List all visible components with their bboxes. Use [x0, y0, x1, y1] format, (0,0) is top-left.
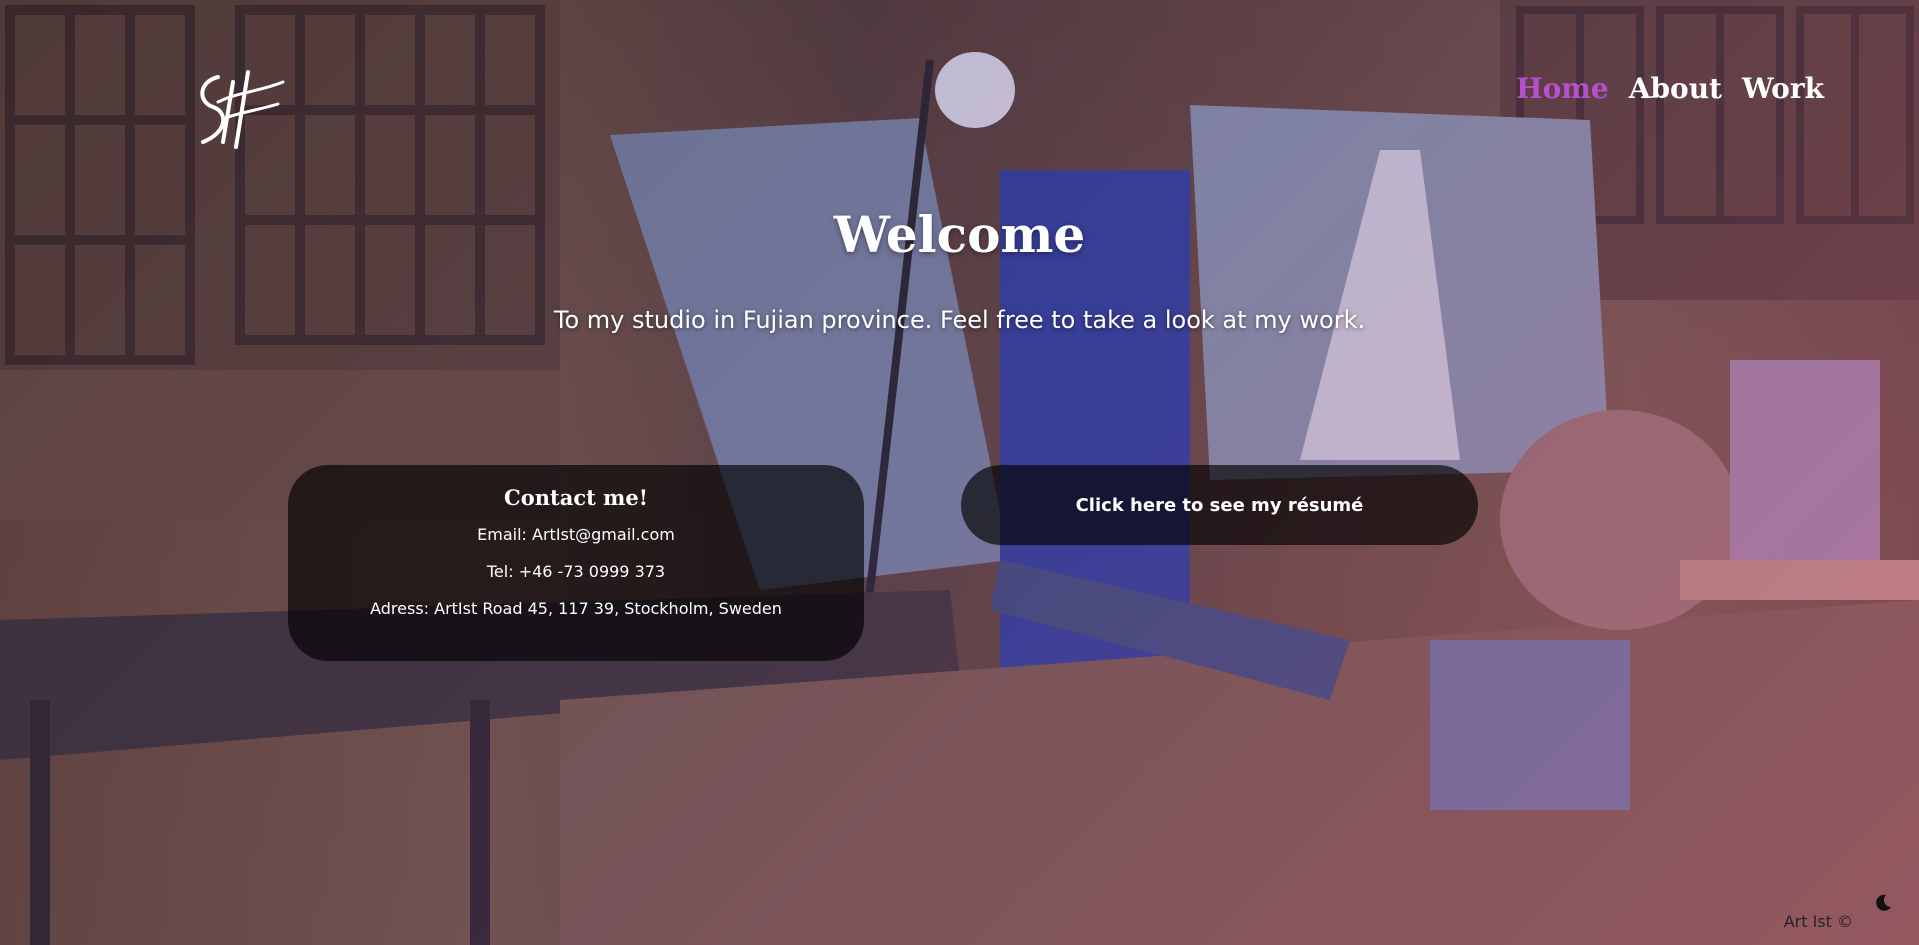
moon-icon[interactable] [1873, 893, 1893, 913]
nav-work-link[interactable]: Work [1742, 72, 1824, 105]
nav-home-link[interactable]: Home [1516, 72, 1609, 105]
hero-subtitle: To my studio in Fujian province. Feel fr… [553, 306, 1366, 334]
signature-logo-icon [200, 70, 285, 149]
nav-about-link[interactable]: About [1629, 72, 1722, 105]
footer-copyright: Art Ist © [1783, 912, 1853, 931]
contact-tel: Tel: +46 -73 0999 373 [486, 562, 666, 581]
contact-heading: Contact me! [504, 485, 648, 510]
contact-card: Contact me! Email: ArtIst@gmail.com Tel:… [288, 465, 864, 661]
page: Home About Work Welcome To my studio in … [0, 0, 1919, 945]
moon-icon-glyph [1876, 894, 1891, 911]
resume-button[interactable]: Click here to see my résumé [961, 465, 1478, 545]
signature-logo[interactable] [188, 62, 288, 154]
hero-title: Welcome [833, 205, 1086, 264]
contact-address: Adress: ArtIst Road 45, 117 39, Stockhol… [370, 599, 782, 618]
main-nav: Home About Work [1516, 72, 1824, 105]
contact-email: Email: ArtIst@gmail.com [477, 525, 675, 544]
